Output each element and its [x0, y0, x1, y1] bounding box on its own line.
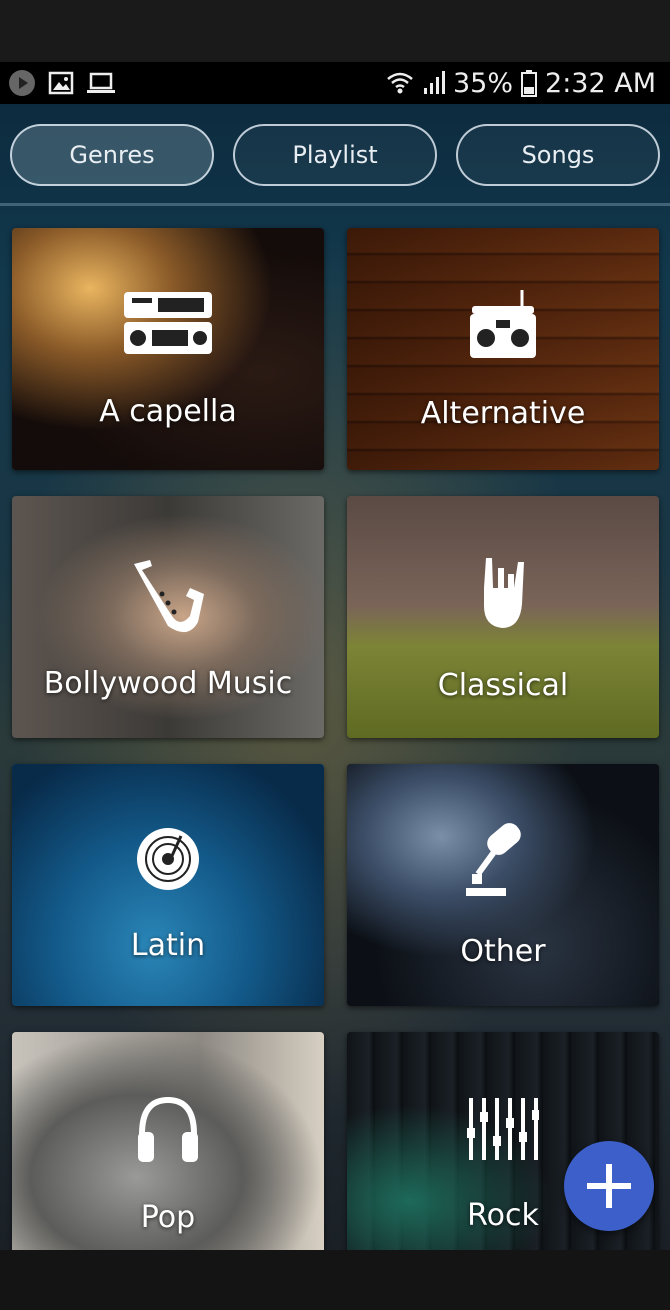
clock: 2:32 AM [545, 67, 656, 99]
top-black-bar [0, 0, 670, 62]
headphones-icon [138, 1096, 198, 1162]
genre-label: Latin [130, 928, 206, 963]
app-content: Genres Playlist Songs A capella Alternat… [0, 104, 670, 1250]
play-circle-icon [9, 70, 35, 96]
add-button[interactable] [564, 1141, 654, 1231]
tab-bar: Genres Playlist Songs [0, 104, 670, 206]
image-icon [48, 71, 74, 95]
tab-genres[interactable]: Genres [10, 124, 214, 186]
genre-label: Pop [140, 1200, 196, 1235]
genre-card-pop[interactable]: Pop [12, 1032, 324, 1250]
tab-playlist[interactable]: Playlist [233, 124, 437, 186]
genre-label: Alternative [420, 396, 586, 431]
equalizer-icon [467, 1098, 539, 1160]
genre-card-other[interactable]: Other [347, 764, 659, 1006]
wifi-icon [387, 72, 413, 94]
microphone-icon [466, 823, 521, 896]
genre-card-latin[interactable]: Latin [12, 764, 324, 1006]
genre-label: Classical [437, 668, 569, 703]
vinyl-disc-icon [137, 828, 199, 890]
genre-label: Bollywood Music [43, 666, 293, 701]
genre-label: A capella [99, 394, 237, 429]
genre-card-a-capella[interactable]: A capella [12, 228, 324, 470]
status-bar: 35% 2:32 AM [0, 62, 670, 104]
genre-card-alternative[interactable]: Alternative [347, 228, 659, 470]
battery-percent: 35% [453, 67, 514, 99]
rock-hand-icon [484, 558, 524, 628]
boombox-icon [470, 290, 536, 358]
laptop-icon [87, 72, 115, 93]
saxophone-icon [134, 560, 204, 633]
stereo-icon [124, 292, 212, 354]
navigation-bar [0, 1250, 670, 1310]
genre-card-classical[interactable]: Classical [347, 496, 659, 738]
tab-songs[interactable]: Songs [456, 124, 660, 186]
signal-icon [424, 71, 445, 94]
genre-card-bollywood-music[interactable]: Bollywood Music [12, 496, 324, 738]
plus-icon [587, 1164, 631, 1208]
battery-icon [521, 70, 538, 97]
genre-label: Other [460, 934, 546, 969]
